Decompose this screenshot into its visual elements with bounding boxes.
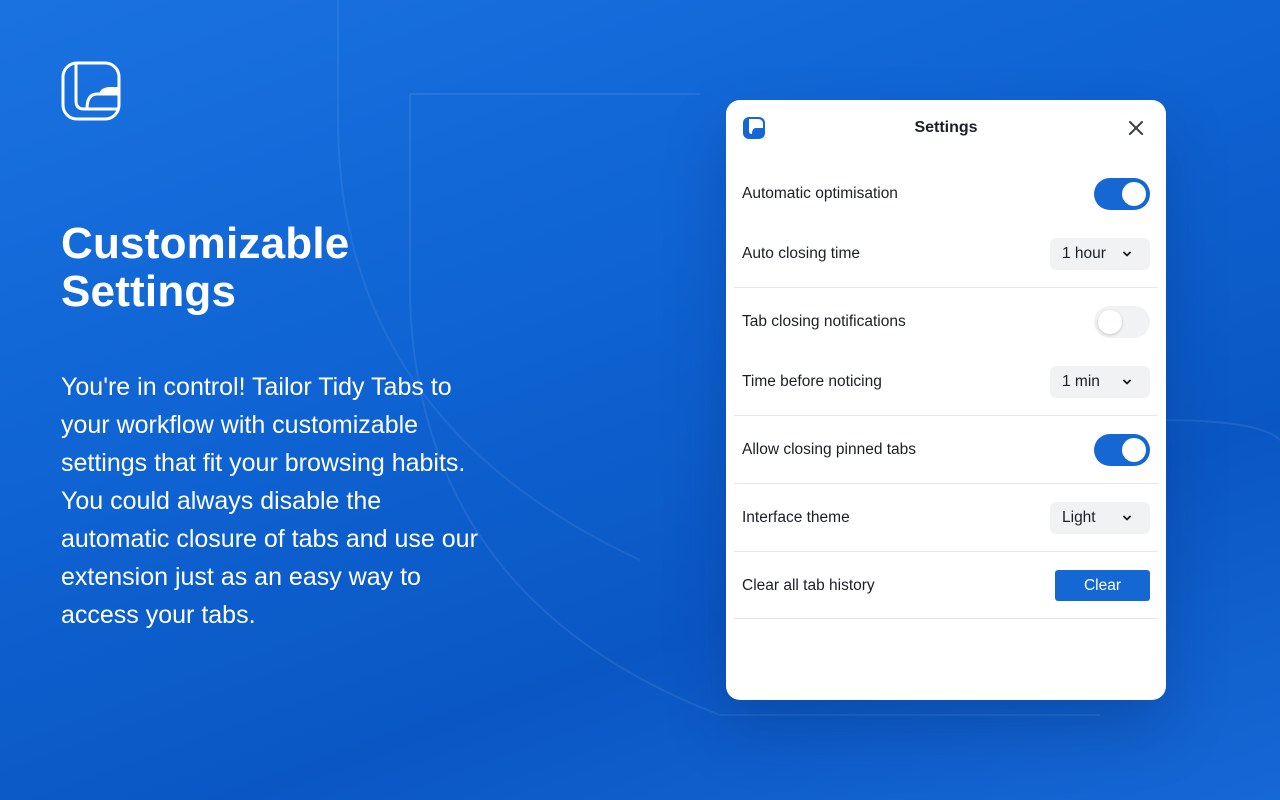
setting-label: Tab closing notifications xyxy=(742,313,906,330)
select-value: 1 hour xyxy=(1062,245,1106,262)
toggle-knob xyxy=(1098,310,1122,334)
toggle-knob xyxy=(1122,438,1146,462)
setting-label: Interface theme xyxy=(742,509,850,526)
hero-description: You're in control! Tailor Tidy Tabs to y… xyxy=(61,373,478,629)
settings-header: Settings xyxy=(726,100,1166,156)
setting-row-allow-closing-pinned-tabs: Allow closing pinned tabs xyxy=(734,434,1158,466)
automatic-optimisation-toggle[interactable] xyxy=(1094,178,1150,210)
divider xyxy=(734,483,1158,484)
clear-history-button[interactable]: Clear xyxy=(1055,570,1150,601)
setting-label: Clear all tab history xyxy=(742,577,875,594)
divider xyxy=(734,415,1158,416)
setting-label: Automatic optimisation xyxy=(742,185,898,202)
setting-row-time-before-noticing: Time before noticing 1 min xyxy=(734,366,1158,398)
setting-row-automatic-optimisation: Automatic optimisation xyxy=(734,178,1158,210)
app-logo-icon xyxy=(61,61,121,121)
divider xyxy=(734,551,1158,552)
time-before-noticing-select[interactable]: 1 min xyxy=(1050,366,1150,398)
setting-row-clear-history: Clear all tab history Clear xyxy=(734,570,1158,602)
hero-title-line1: Customizable xyxy=(61,219,350,268)
chevron-down-icon xyxy=(1123,251,1131,257)
toggle-knob xyxy=(1122,182,1146,206)
interface-theme-select[interactable]: Light xyxy=(1050,502,1150,534)
select-value: 1 min xyxy=(1062,373,1100,390)
chevron-down-icon xyxy=(1123,515,1131,521)
settings-panel: Settings Automatic optimisation Auto clo… xyxy=(726,100,1166,700)
setting-label: Allow closing pinned tabs xyxy=(742,441,917,458)
hero-title-line2: Settings xyxy=(61,267,237,316)
auto-closing-time-select[interactable]: 1 hour xyxy=(1050,238,1150,270)
close-icon[interactable] xyxy=(1125,117,1147,139)
setting-label: Auto closing time xyxy=(742,245,861,262)
divider xyxy=(734,287,1158,288)
hero-title: Customizable Settings xyxy=(61,220,481,316)
settings-title: Settings xyxy=(914,119,978,136)
tab-closing-notifications-toggle[interactable] xyxy=(1094,306,1150,338)
select-value: Light xyxy=(1062,509,1096,526)
setting-label: Time before noticing xyxy=(742,373,882,390)
setting-row-interface-theme: Interface theme Light xyxy=(734,502,1158,534)
chevron-down-icon xyxy=(1123,379,1131,385)
divider xyxy=(734,618,1158,619)
setting-row-auto-closing-time: Auto closing time 1 hour xyxy=(734,238,1158,270)
allow-closing-pinned-tabs-toggle[interactable] xyxy=(1094,434,1150,466)
setting-row-tab-closing-notifications: Tab closing notifications xyxy=(734,306,1158,338)
